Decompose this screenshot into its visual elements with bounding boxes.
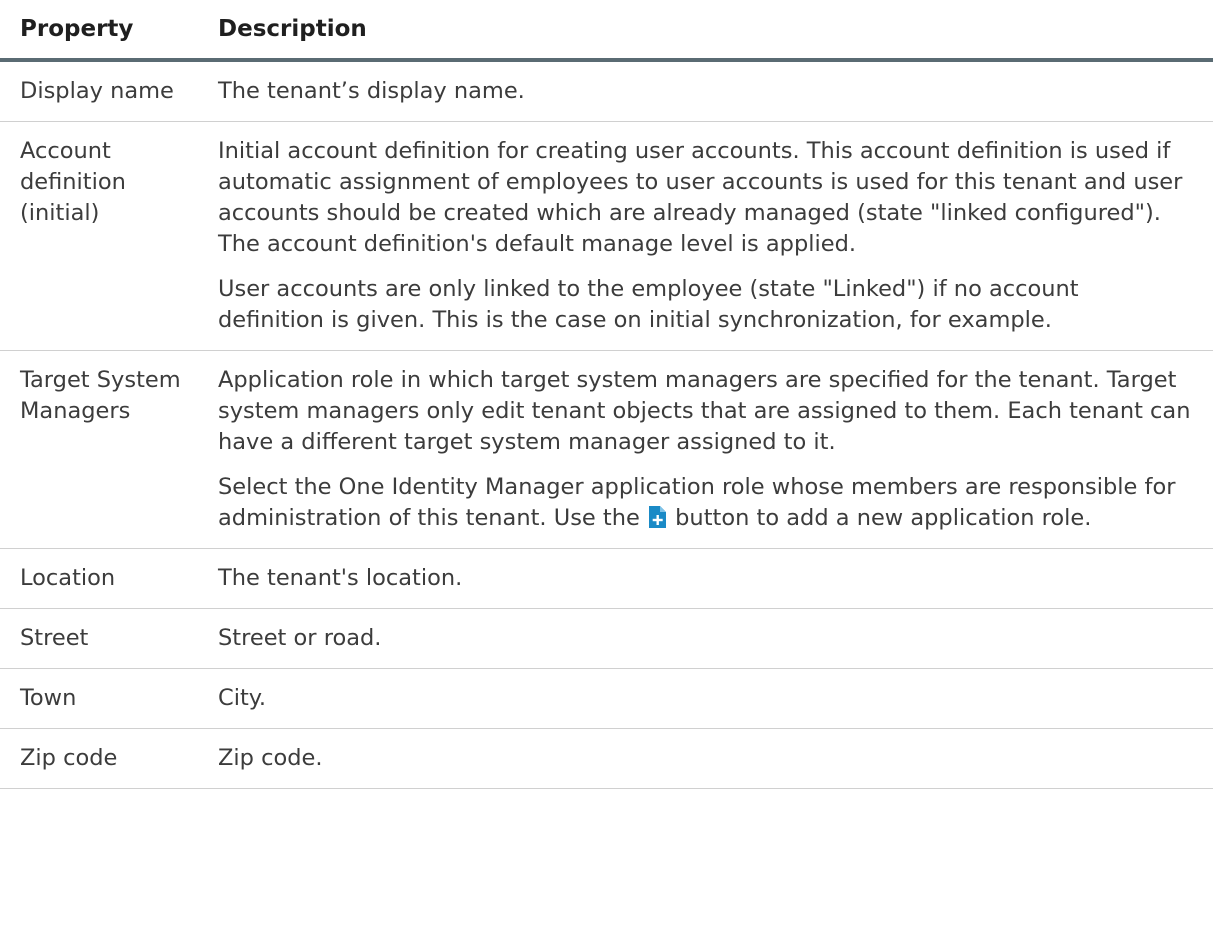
table-body: Display name The tenant’s display name. … (0, 60, 1213, 789)
table-row: Town City. (0, 668, 1213, 729)
description-paragraph: User accounts are only linked to the emp… (218, 276, 1079, 333)
property-cell: Town (0, 668, 208, 729)
description-paragraph: City. (218, 685, 267, 711)
property-cell: Target System Managers (0, 350, 208, 549)
table-row: Account definition (initial) Initial acc… (0, 121, 1213, 351)
header-description: Description (208, 0, 1213, 62)
add-new-icon (649, 506, 666, 528)
table-row: Display name The tenant’s display name. (0, 60, 1213, 122)
description-paragraph: Initial account definition for creating … (218, 138, 1183, 257)
table-row: Zip code Zip code. (0, 728, 1213, 789)
property-cell: Street (0, 608, 208, 669)
header-row: Property Description (0, 0, 1213, 62)
description-cell: Zip code. (208, 728, 1213, 789)
table-row: Location The tenant's location. (0, 548, 1213, 609)
property-cell: Location (0, 548, 208, 609)
description-cell: The tenant’s display name. (208, 60, 1213, 122)
description-paragraph: The tenant's location. (218, 565, 463, 591)
description-cell: Initial account definition for creating … (208, 121, 1213, 351)
description-text-after-icon: button to add a new application role. (668, 505, 1092, 531)
header-property: Property (0, 0, 208, 62)
description-paragraph: Street or road. (218, 625, 382, 651)
table-row: Street Street or road. (0, 608, 1213, 669)
description-cell: The tenant's location. (208, 548, 1213, 609)
description-paragraph: The tenant’s display name. (218, 78, 525, 104)
property-table: Property Description Display name The te… (0, 0, 1213, 789)
description-cell: City. (208, 668, 1213, 729)
description-cell: Street or road. (208, 608, 1213, 669)
property-cell: Zip code (0, 728, 208, 789)
property-cell: Display name (0, 60, 208, 122)
description-paragraph-with-icon: Select the One Identity Manager applicat… (218, 472, 1191, 534)
table-row: Target System Managers Application role … (0, 350, 1213, 549)
description-cell: Application role in which target system … (208, 350, 1213, 549)
table-header: Property Description (0, 0, 1213, 62)
property-cell: Account definition (initial) (0, 121, 208, 351)
description-paragraph: Application role in which target system … (218, 367, 1191, 455)
description-paragraph: Zip code. (218, 745, 323, 771)
